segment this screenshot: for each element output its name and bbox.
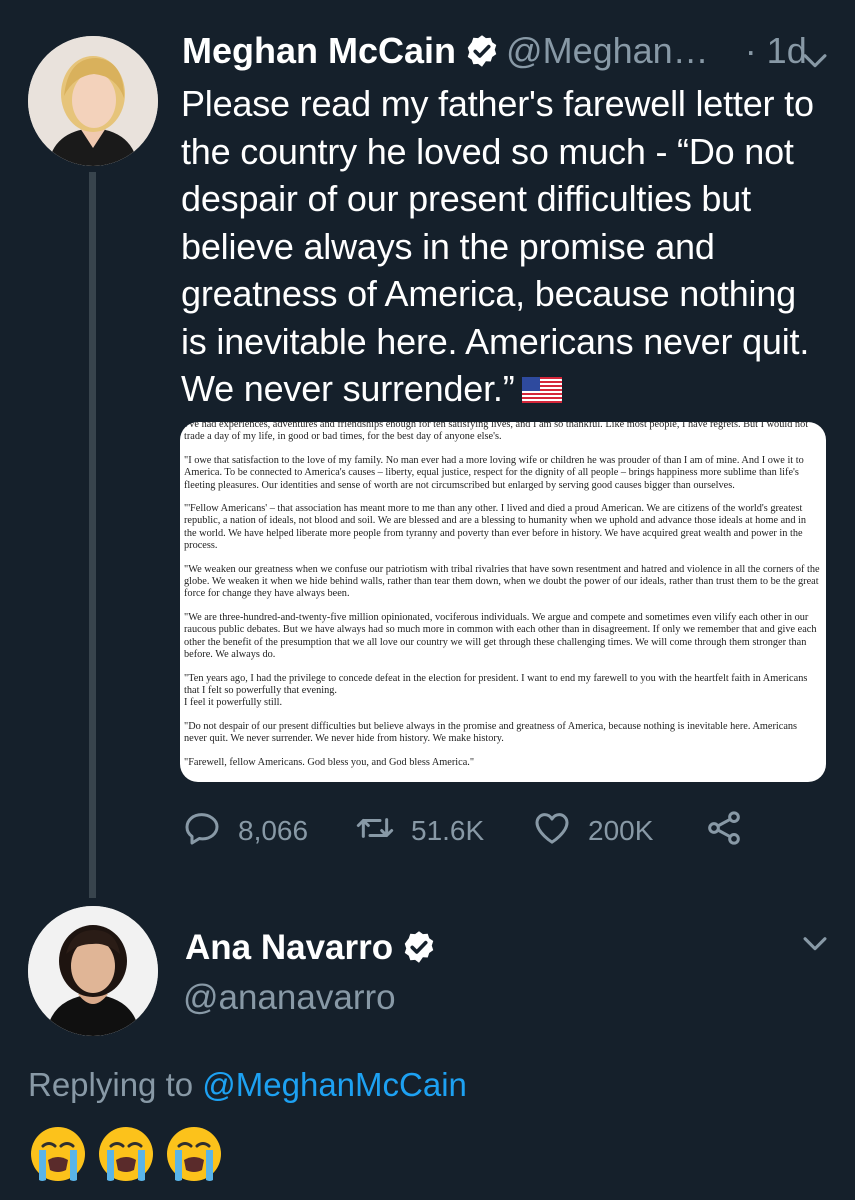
tweet-header: Meghan McCain @Meghan… · 1d bbox=[182, 30, 832, 80]
reply-text bbox=[28, 1124, 232, 1184]
letter-paragraph: "Ten years ago, I had the privilege to c… bbox=[184, 672, 808, 709]
replying-to-label: Replying to bbox=[28, 1066, 194, 1103]
reply-button[interactable]: 8,066 bbox=[182, 806, 308, 856]
farewell-letter-image[interactable]: I've had experiences, adventures and fri… bbox=[180, 422, 826, 782]
letter-paragraph: "Farewell, fellow Americans. God bless y… bbox=[184, 756, 475, 768]
retweet-count: 51.6K bbox=[411, 815, 485, 846]
replying-to-link[interactable]: @MeghanMcCain bbox=[202, 1066, 467, 1103]
chevron-down-icon[interactable] bbox=[798, 43, 832, 77]
thread-connector-line bbox=[89, 172, 96, 898]
share-icon bbox=[704, 808, 760, 855]
loudly-crying-face-icon bbox=[28, 1124, 88, 1184]
tweet-body: Please read my father's farewell letter … bbox=[181, 83, 814, 409]
letter-paragraph: "We are three-hundred-and-twenty-five mi… bbox=[184, 611, 817, 661]
author-name[interactable]: Meghan McCain bbox=[182, 30, 456, 71]
tweet-action-bar: 8,066 51.6K 200K bbox=[180, 806, 780, 856]
us-flag-icon bbox=[522, 367, 563, 403]
replying-to-line: Replying to @MeghanMcCain bbox=[28, 1066, 467, 1104]
reply-author-header: Ana Navarro bbox=[185, 928, 443, 968]
letter-paragraph: I've had experiences, adventures and fri… bbox=[184, 422, 809, 443]
reply-icon bbox=[182, 808, 238, 855]
reply-author-name[interactable]: Ana Navarro bbox=[185, 928, 393, 967]
retweet-button[interactable]: 51.6K bbox=[355, 806, 484, 856]
loudly-crying-face-icon bbox=[164, 1124, 224, 1184]
author-handle[interactable]: @Meghan… bbox=[506, 30, 709, 71]
like-button[interactable]: 200K bbox=[532, 806, 653, 856]
like-count: 200K bbox=[588, 815, 654, 846]
letter-paragraph: "'Fellow Americans' – that association h… bbox=[184, 503, 807, 552]
verified-badge-icon bbox=[401, 929, 437, 965]
letter-paragraph: "I owe that satisfaction to the love of … bbox=[184, 454, 804, 491]
ana-navarro-avatar[interactable] bbox=[28, 906, 158, 1036]
meghan-mccain-avatar[interactable] bbox=[28, 36, 158, 166]
share-button[interactable] bbox=[704, 806, 760, 856]
retweet-icon bbox=[355, 808, 411, 855]
heart-icon bbox=[532, 808, 588, 855]
loudly-crying-face-icon bbox=[96, 1124, 156, 1184]
chevron-down-icon[interactable] bbox=[798, 926, 832, 960]
tweet-text: Please read my father's farewell letter … bbox=[181, 80, 831, 413]
reply-author-handle[interactable]: @ananavarro bbox=[183, 978, 396, 1018]
verified-badge-icon bbox=[464, 33, 500, 69]
letter-paragraph: "We weaken our greatness when we confuse… bbox=[184, 563, 820, 600]
letter-paragraph: "Do not despair of our present difficult… bbox=[184, 720, 798, 745]
reply-count: 8,066 bbox=[238, 815, 309, 846]
